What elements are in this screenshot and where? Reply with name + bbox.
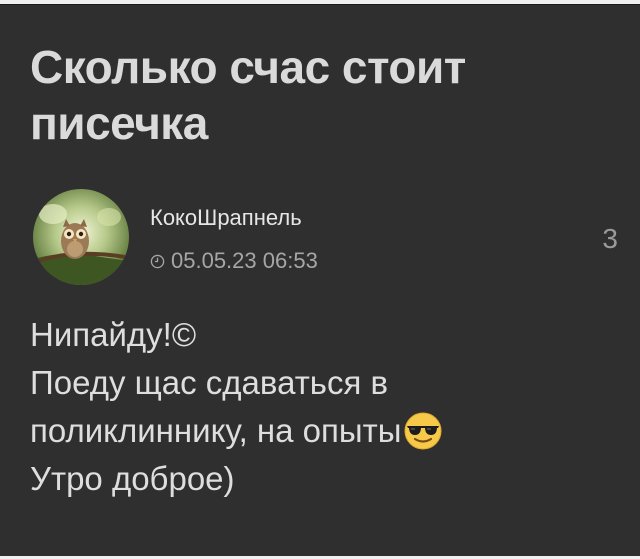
post-card: Сколько счас стоит писечка КокоШрапнель …: [0, 4, 640, 556]
post-title[interactable]: Сколько счас стоит писечка: [30, 39, 590, 151]
author-avatar[interactable]: [33, 189, 129, 285]
post-body-line: Нипайду!©: [30, 316, 197, 353]
post-body-line: Утро доброе): [30, 460, 235, 497]
post-body-line-text: поликлиннику, на опыты: [30, 412, 402, 449]
post-meta: 05.05.23 06:53: [150, 248, 318, 274]
clock-icon: [150, 254, 165, 268]
post-datetime: 05.05.23 06:53: [171, 248, 318, 273]
author-name[interactable]: КокоШрапнель: [150, 205, 302, 231]
post-body: Нипайду!© Поеду щас сдаваться в поликлин…: [30, 311, 620, 503]
smiling-face-with-sunglasses-icon: [404, 412, 442, 450]
comment-count[interactable]: 3: [602, 224, 618, 254]
post-body-line-with-emoji: поликлиннику, на опыты: [30, 407, 620, 455]
post-body-line: Поеду щас сдаваться в: [30, 364, 389, 401]
owl-avatar-icon: [33, 189, 129, 285]
